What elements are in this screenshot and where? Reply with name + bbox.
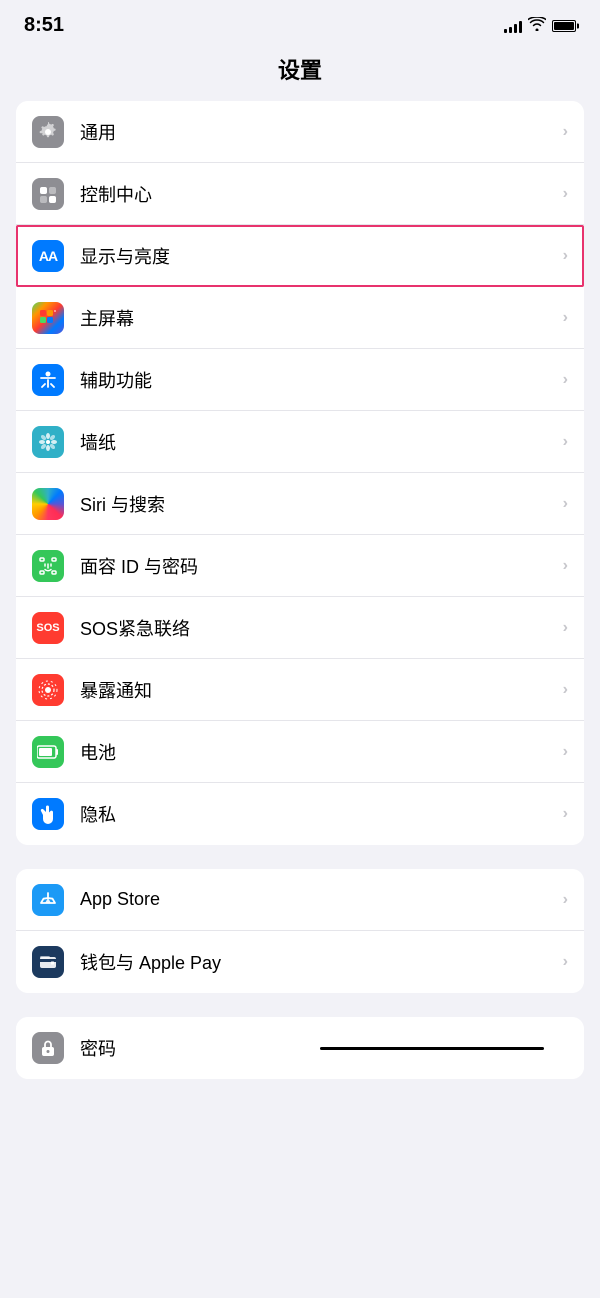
settings-item-kongzhizhongxin[interactable]: 控制中心 › [16, 163, 584, 225]
settings-item-fuzhuguneng[interactable]: 辅助功能 › [16, 349, 584, 411]
wallet-icon [32, 946, 64, 978]
settings-section-1: 通用 › 控制中心 › AA 显示与亮度 › [16, 101, 584, 845]
signal-icon [504, 19, 522, 33]
siri-icon [32, 488, 64, 520]
settings-item-baolu[interactable]: 暴露通知 › [16, 659, 584, 721]
appstore-label: App Store [80, 889, 555, 910]
page-title: 设置 [0, 45, 600, 101]
settings-item-yinsi[interactable]: 隐私 › [16, 783, 584, 845]
sos-label: SOS紧急联络 [80, 615, 555, 641]
yinsi-label: 隐私 [80, 801, 555, 827]
chevron-icon: › [563, 891, 568, 909]
wifi-icon [528, 17, 546, 34]
tongyong-label: 通用 [80, 119, 555, 145]
chevron-icon: › [563, 681, 568, 699]
sos-icon: SOS [32, 612, 64, 644]
chevron-icon: › [563, 123, 568, 141]
accessibility-icon [32, 364, 64, 396]
chevron-icon: › [563, 743, 568, 761]
diandian-label: 电池 [80, 739, 555, 765]
status-bar: 8:51 [0, 0, 600, 45]
settings-item-siri[interactable]: Siri 与搜索 › [16, 473, 584, 535]
chevron-icon: › [563, 953, 568, 971]
qiangzhi-label: 墙纸 [80, 429, 555, 455]
settings-item-tongyong[interactable]: 通用 › [16, 101, 584, 163]
mianrongid-label: 面容 ID 与密码 [80, 553, 555, 579]
siri-label: Siri 与搜索 [80, 491, 555, 517]
settings-item-diandian[interactable]: 电池 › [16, 721, 584, 783]
settings-section-3-partial: 密码 [16, 1017, 584, 1079]
flower-icon [32, 426, 64, 458]
status-icons [504, 17, 576, 34]
gear-icon [32, 116, 64, 148]
chevron-icon: › [563, 619, 568, 637]
settings-item-sos[interactable]: SOS SOS紧急联络 › [16, 597, 584, 659]
chevron-icon: › [563, 185, 568, 203]
grid-icon [32, 302, 64, 334]
settings-section-2: App Store › 钱包与 Apple Pay › [16, 869, 584, 993]
xianshiyuliangdu-label: 显示与亮度 [80, 243, 555, 269]
zhupingmu-label: 主屏幕 [80, 305, 555, 331]
chevron-icon: › [563, 557, 568, 575]
settings-item-zhupingmu[interactable]: 主屏幕 › [16, 287, 584, 349]
chevron-icon: › [563, 247, 568, 265]
password-label: 密码 [80, 1035, 304, 1061]
hand-icon [32, 798, 64, 830]
exposure-icon [32, 674, 64, 706]
faceid-icon [32, 550, 64, 582]
chevron-icon: › [563, 495, 568, 513]
settings-item-appstore[interactable]: App Store › [16, 869, 584, 931]
chevron-icon: › [563, 371, 568, 389]
baolu-label: 暴露通知 [80, 677, 555, 703]
wallet-label: 钱包与 Apple Pay [80, 949, 555, 975]
chevron-icon: › [563, 805, 568, 823]
fuzhuguneng-label: 辅助功能 [80, 367, 555, 393]
chevron-icon: › [563, 309, 568, 327]
settings-item-qiangzhi[interactable]: 墙纸 › [16, 411, 584, 473]
kongzhizhongxin-label: 控制中心 [80, 181, 555, 207]
chevron-icon: › [563, 433, 568, 451]
battery-icon [552, 20, 576, 32]
appstore-icon [32, 884, 64, 916]
settings-item-xianshiyuliangdu[interactable]: AA 显示与亮度 › [16, 225, 584, 287]
settings-item-wallet[interactable]: 钱包与 Apple Pay › [16, 931, 584, 993]
settings-item-mianrongid[interactable]: 面容 ID 与密码 › [16, 535, 584, 597]
settings-item-password[interactable]: 密码 [16, 1017, 584, 1079]
aa-icon: AA [32, 240, 64, 272]
toggle-icon [32, 178, 64, 210]
battery-settings-icon [32, 736, 64, 768]
password-icon [32, 1032, 64, 1064]
status-time: 8:51 [24, 14, 64, 37]
